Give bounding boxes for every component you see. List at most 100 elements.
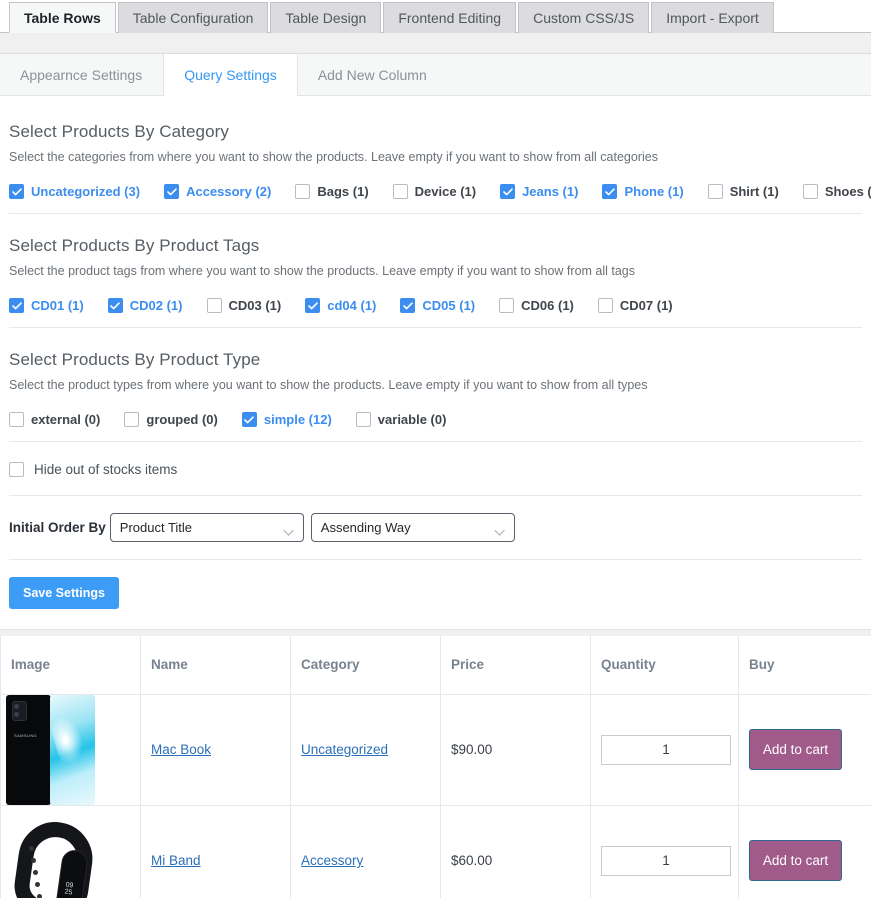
- checkbox-checked-icon: [241, 412, 257, 427]
- category-checkbox-row: Uncategorized (3) Accessory (2) Bags (1)…: [9, 184, 871, 199]
- column-header-image[interactable]: Image: [0, 636, 141, 695]
- checkbox-label: Accessory (2): [186, 184, 272, 199]
- table-header-row: Image Name Category Price Quantity Buy: [0, 636, 871, 695]
- checkbox-type-simple[interactable]: simple (12): [241, 412, 332, 427]
- checkbox-tag-cd07[interactable]: CD07 (1): [597, 298, 673, 313]
- product-category-link[interactable]: Accessory: [301, 853, 363, 868]
- product-quantity-cell: [590, 693, 739, 806]
- add-to-cart-button[interactable]: Add to cart: [749, 840, 842, 881]
- phone-camera-lens: [14, 703, 19, 709]
- checkbox-label: CD02 (1): [129, 298, 183, 313]
- table-row: SAMSUNG Mac Book Uncategorized $90.00 Ad…: [0, 693, 871, 806]
- checkbox-category-bags[interactable]: Bags (1): [295, 184, 369, 199]
- add-to-cart-button[interactable]: Add to cart: [749, 729, 842, 770]
- checkbox-tag-cd02[interactable]: CD02 (1): [107, 298, 183, 313]
- checkbox-tag-cd04[interactable]: cd04 (1): [305, 298, 376, 313]
- checkbox-unchecked-icon: [499, 298, 515, 313]
- checkbox-label: simple (12): [263, 412, 332, 427]
- checkbox-category-device[interactable]: Device (1): [392, 184, 476, 199]
- chevron-down-icon: [494, 524, 505, 536]
- checkbox-category-phone[interactable]: Phone (1): [602, 184, 684, 199]
- checkbox-category-uncategorized[interactable]: Uncategorized (3): [9, 184, 140, 199]
- checkbox-type-variable[interactable]: variable (0): [355, 412, 447, 427]
- checkbox-label: Phone (1): [624, 184, 684, 199]
- tab-table-rows[interactable]: Table Rows: [9, 2, 116, 33]
- product-buy-cell: Add to cart: [738, 693, 871, 806]
- checkbox-label: variable (0): [377, 412, 447, 427]
- checkbox-category-shoes[interactable]: Shoes (2): [802, 184, 871, 199]
- checkbox-tag-cd05[interactable]: CD05 (1): [400, 298, 475, 313]
- product-category-cell: Uncategorized: [290, 693, 441, 806]
- product-preview-table: Image Name Category Price Quantity Buy S…: [0, 636, 871, 898]
- quantity-input[interactable]: [601, 734, 731, 765]
- section-initial-order-by: Initial Order By Product Title Assending…: [9, 496, 862, 560]
- checkbox-category-jeans[interactable]: Jeans (1): [500, 184, 578, 199]
- band-strap-hole: [31, 857, 36, 863]
- column-header-quantity[interactable]: Quantity: [590, 636, 739, 695]
- tags-section-description: Select the product tags from where you w…: [9, 264, 636, 278]
- samsung-phone-thumbnail-icon[interactable]: SAMSUNG: [1, 694, 96, 805]
- checkbox-checked-icon: [9, 298, 24, 313]
- product-name-cell: Mac Book: [140, 693, 291, 806]
- checkbox-label: external (0): [31, 412, 101, 427]
- checkbox-unchecked-icon: [802, 184, 818, 199]
- table-head: Image Name Category Price Quantity Buy: [0, 636, 871, 695]
- checkbox-tag-cd06[interactable]: CD06 (1): [499, 298, 574, 313]
- type-section-description: Select the product types from where you …: [9, 378, 648, 392]
- checkbox-label: Jeans (1): [522, 184, 579, 199]
- product-price-cell: $60.00: [440, 804, 591, 898]
- checkbox-type-grouped[interactable]: grouped (0): [124, 412, 218, 427]
- checkbox-checked-icon: [400, 298, 416, 313]
- table-top-strip: [0, 629, 871, 636]
- product-buy-cell: Add to cart: [738, 804, 871, 898]
- quantity-input[interactable]: [601, 845, 731, 876]
- subtab-add-new-column[interactable]: Add New Column: [298, 54, 448, 95]
- subtab-appearance-settings[interactable]: Appearnce Settings: [0, 54, 163, 95]
- order-way-select[interactable]: Assending Way: [310, 513, 515, 542]
- checkbox-label: Bags (1): [317, 184, 369, 199]
- table-body: SAMSUNG Mac Book Uncategorized $90.00 Ad…: [0, 693, 871, 898]
- checkbox-unchecked-icon: [124, 412, 140, 427]
- checkbox-checked-icon: [500, 184, 516, 199]
- column-header-price[interactable]: Price: [440, 636, 591, 695]
- checkbox-label: CD05 (1): [422, 298, 476, 313]
- checkbox-label: Shirt (1): [729, 184, 779, 199]
- save-settings-button[interactable]: Save Settings: [9, 577, 119, 609]
- column-header-name[interactable]: Name: [140, 636, 291, 695]
- product-category-link[interactable]: Uncategorized: [301, 742, 388, 757]
- tab-frontend-editing[interactable]: Frontend Editing: [383, 2, 517, 33]
- primary-tab-bar: Table Rows Table Configuration Table Des…: [0, 0, 871, 33]
- checkbox-tag-cd01[interactable]: CD01 (1): [9, 298, 84, 313]
- hide-out-of-stock-row: Hide out of stocks items: [9, 462, 862, 477]
- query-settings-panel: Select Products By Category Select the c…: [0, 96, 871, 629]
- product-quantity-cell: [590, 804, 739, 898]
- product-name-link[interactable]: Mac Book: [151, 742, 211, 757]
- tags-section-title: Select Products By Product Tags: [9, 236, 260, 255]
- checkbox-hide-out-of-stock[interactable]: Hide out of stocks items: [9, 462, 177, 477]
- checkbox-tag-cd03[interactable]: CD03 (1): [206, 298, 281, 313]
- initial-order-by-label: Initial Order By: [9, 520, 106, 535]
- order-way-value: Assending Way: [320, 520, 411, 535]
- product-name-link[interactable]: Mi Band: [151, 853, 201, 868]
- checkbox-category-shirt[interactable]: Shirt (1): [707, 184, 779, 199]
- tab-custom-css-js[interactable]: Custom CSS/JS: [518, 2, 650, 33]
- order-by-row: Initial Order By Product Title Assending…: [9, 513, 862, 542]
- subtab-query-settings[interactable]: Query Settings: [163, 54, 298, 96]
- mi-band-thumbnail-icon[interactable]: 09 25: [1, 805, 111, 898]
- checkbox-type-external[interactable]: external (0): [9, 412, 100, 427]
- tab-import-export[interactable]: Import - Export: [651, 2, 774, 33]
- category-section-title: Select Products By Category: [9, 122, 230, 141]
- tags-checkbox-row: CD01 (1) CD02 (1) CD03 (1) cd04 (1) CD05…: [9, 298, 862, 313]
- checkbox-category-accessory[interactable]: Accessory (2): [164, 184, 271, 199]
- band-strap-hole: [29, 845, 34, 851]
- column-header-category[interactable]: Category: [290, 636, 441, 695]
- checkbox-checked-icon: [602, 184, 618, 199]
- hide-out-of-stock-label: Hide out of stocks items: [34, 462, 178, 477]
- tab-table-design[interactable]: Table Design: [270, 2, 382, 33]
- phone-brand-text: SAMSUNG: [14, 732, 38, 738]
- tab-table-configuration[interactable]: Table Configuration: [117, 2, 269, 33]
- column-header-buy[interactable]: Buy: [738, 636, 871, 695]
- order-by-field-select[interactable]: Product Title: [109, 513, 304, 542]
- band-strap-hole: [35, 881, 40, 887]
- checkbox-label: cd04 (1): [327, 298, 377, 313]
